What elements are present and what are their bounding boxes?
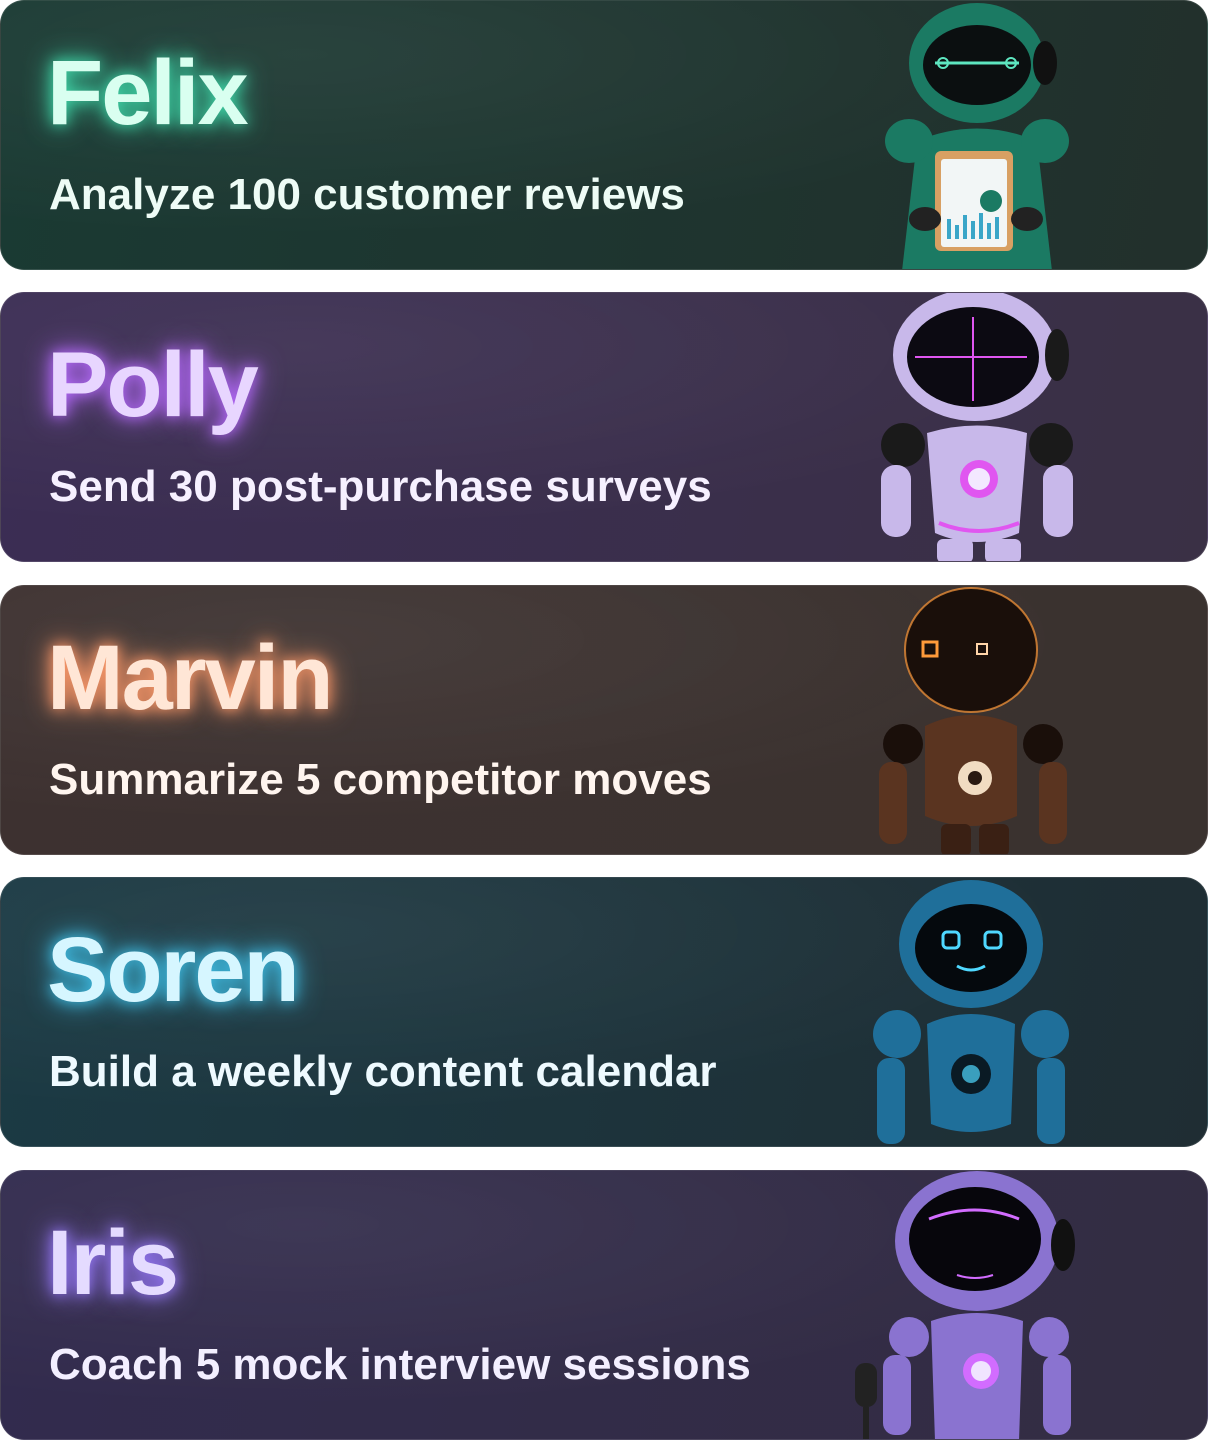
agent-name: Marvin <box>47 627 334 729</box>
robot-icon <box>847 293 1107 561</box>
agent-task: Summarize 5 competitor moves <box>49 755 712 804</box>
robot-with-microphone-icon <box>847 1171 1107 1439</box>
agent-card-felix[interactable]: Felix Analyze 100 customer reviews <box>0 0 1208 270</box>
agent-card-iris[interactable]: Iris Coach 5 mock interview sessions <box>0 1170 1208 1440</box>
agent-card-marvin[interactable]: Marvin Summarize 5 competitor moves <box>0 585 1208 855</box>
agent-name: Soren <box>47 919 300 1021</box>
agent-card-polly[interactable]: Polly Send 30 post-purchase surveys <box>0 292 1208 562</box>
agent-name: Iris <box>47 1212 179 1314</box>
agent-task: Coach 5 mock interview sessions <box>49 1340 751 1389</box>
agent-name: Felix <box>47 42 249 144</box>
agent-task: Analyze 100 customer reviews <box>49 170 685 219</box>
robot-icon <box>847 586 1107 854</box>
agent-task: Build a weekly content calendar <box>49 1047 717 1096</box>
agent-card-soren[interactable]: Soren Build a weekly content calendar <box>0 877 1208 1147</box>
agent-task: Send 30 post-purchase surveys <box>49 462 712 511</box>
robot-with-clipboard-icon <box>847 1 1107 269</box>
agent-name: Polly <box>47 334 259 436</box>
robot-icon <box>847 878 1107 1146</box>
